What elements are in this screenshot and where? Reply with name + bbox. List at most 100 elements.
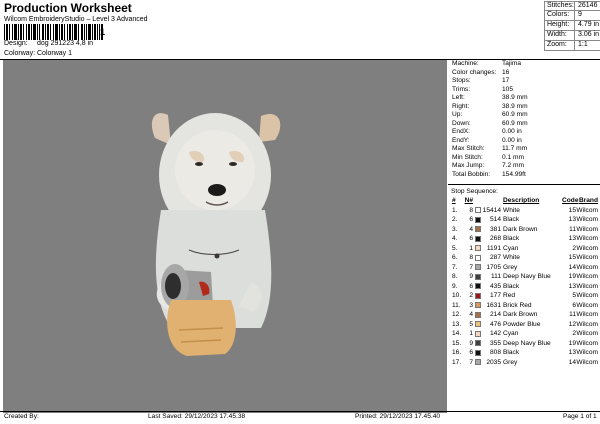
thread-brand: Wilcom bbox=[576, 216, 598, 223]
summary-row: Height: 4.79 in bbox=[544, 21, 600, 31]
last-saved: Last Saved: 29/12/2023 17.45.38 bbox=[148, 413, 246, 420]
stop-number: 17. bbox=[452, 358, 462, 366]
color-code: 19 bbox=[568, 273, 576, 280]
needle-number: 8 bbox=[469, 254, 473, 261]
stitch-count: 808 bbox=[489, 349, 501, 356]
color-swatch bbox=[473, 235, 482, 242]
thread-brand: Wilcom bbox=[576, 282, 598, 290]
param-row: Trims: 105 bbox=[452, 85, 514, 93]
color-swatch bbox=[473, 292, 482, 299]
thread-brand: Wilcom bbox=[576, 206, 598, 214]
swatch-box bbox=[474, 235, 481, 242]
stop-number: 12. bbox=[452, 311, 462, 318]
stitch-count: 177 bbox=[489, 292, 501, 299]
color-description: Black bbox=[503, 349, 520, 356]
stitch-count: 142 bbox=[489, 330, 501, 337]
table-row: 5. 1 1191 Cyan 2 Wilcom bbox=[450, 244, 600, 254]
needle-number: 6 bbox=[469, 349, 473, 356]
barcode-suffix: 1 bbox=[100, 27, 106, 37]
color-description: Cyan bbox=[503, 330, 519, 337]
summary-box: Stitches: 26146 Colors: 9 Height: 4.79 in W… bbox=[544, 1, 600, 51]
color-swatch bbox=[473, 245, 482, 252]
stitch-count: 435 bbox=[489, 282, 501, 290]
needle-number: 8 bbox=[469, 206, 473, 214]
table-row: 9. 6 435 Black 13 Wilcom bbox=[450, 282, 600, 292]
thread-brand: Wilcom bbox=[576, 235, 598, 242]
color-description: Brick Red bbox=[503, 301, 532, 309]
needle-number: 6 bbox=[469, 216, 473, 223]
colorway-label: Colorway: bbox=[4, 50, 36, 57]
color-description: Deep Navy Blue bbox=[503, 339, 551, 347]
stitch-count: 381 bbox=[489, 225, 501, 233]
color-swatch bbox=[473, 264, 482, 271]
needle-number: 7 bbox=[469, 263, 473, 271]
param-row: Color changes: 16 bbox=[452, 68, 510, 76]
color-code: 5 bbox=[572, 292, 576, 299]
color-swatch bbox=[473, 216, 482, 223]
needle-number: 9 bbox=[469, 273, 473, 280]
table-row: 17. 7 2035 Grey 14 Wilcom bbox=[450, 358, 600, 368]
param-row: Max Stitch: 11.7 mm bbox=[452, 145, 528, 152]
table-row: 10. 2 177 Red 5 Wilcom bbox=[450, 291, 600, 301]
summary-row: Zoom: 1:1 bbox=[544, 41, 600, 51]
color-description: Black bbox=[503, 235, 520, 242]
color-swatch bbox=[473, 273, 482, 280]
colorway-value: Colorway 1 bbox=[37, 50, 73, 57]
design-label: Design: bbox=[4, 40, 28, 47]
machine-params: Machine: Tajima Color changes: 16 Stops: 17… bbox=[450, 60, 600, 179]
stitch-count: 111 bbox=[490, 273, 501, 280]
thread-brand: Wilcom bbox=[576, 225, 598, 233]
color-description: Deep Navy Blue bbox=[503, 273, 551, 280]
color-swatch bbox=[473, 311, 482, 318]
needle-number: 5 bbox=[469, 320, 473, 328]
needle-number: 4 bbox=[469, 311, 473, 318]
table-row: 14. 1 142 Cyan 2 Wilcom bbox=[450, 329, 600, 339]
swatch-box bbox=[474, 349, 481, 356]
swatch-box bbox=[474, 254, 481, 261]
software-subtitle: Wilcom EmbroideryStudio – Level 3 Advanc… bbox=[4, 16, 148, 23]
color-description: Grey bbox=[503, 263, 518, 271]
stop-number: 13. bbox=[452, 320, 462, 328]
swatch-box bbox=[474, 216, 481, 223]
color-code: 15 bbox=[568, 254, 576, 261]
param-row: EndX: 0.00 in bbox=[452, 128, 522, 135]
param-row: Up: 60.9 mm bbox=[452, 111, 528, 118]
color-code: 2 bbox=[572, 244, 576, 252]
summary-row: Colors: 9 bbox=[544, 11, 600, 21]
stop-number: 15. bbox=[452, 339, 462, 347]
table-row: 1. 8 15414 White 15 Wilcom bbox=[450, 206, 600, 216]
thread-brand: Wilcom bbox=[576, 349, 598, 356]
embroidery-dog-artwork bbox=[151, 113, 281, 356]
color-code: 13 bbox=[568, 349, 576, 356]
stitch-count: 287 bbox=[489, 254, 501, 261]
stop-number: 2. bbox=[452, 216, 458, 223]
table-row: 12. 4 214 Dark Brown 11 Wilcom bbox=[450, 310, 600, 320]
stop-number: 8. bbox=[452, 273, 458, 280]
color-swatch bbox=[473, 340, 482, 347]
stop-number: 3. bbox=[452, 225, 458, 233]
stitch-count: 476 bbox=[489, 320, 501, 328]
color-code: 14 bbox=[568, 358, 576, 366]
stitch-count: 355 bbox=[489, 339, 501, 347]
table-row: 11. 3 1631 Brick Red 6 Wilcom bbox=[450, 301, 600, 311]
stitch-count: 1191 bbox=[486, 244, 501, 252]
color-swatch bbox=[473, 302, 482, 309]
color-description: Dark Brown bbox=[503, 311, 538, 318]
needle-number: 6 bbox=[469, 235, 473, 242]
table-row: 2. 6 514 Black 13 Wilcom bbox=[450, 215, 600, 225]
color-code: 11 bbox=[569, 311, 576, 318]
summary-row: Stitches: 26146 bbox=[544, 1, 600, 11]
stop-number: 1. bbox=[452, 206, 458, 214]
swatch-box bbox=[474, 245, 481, 252]
swatch-box bbox=[474, 226, 481, 233]
thread-brand: Wilcom bbox=[576, 320, 598, 328]
swatch-box bbox=[474, 321, 481, 328]
param-row: Left: 38.9 mm bbox=[452, 94, 528, 101]
needle-number: 2 bbox=[469, 292, 473, 299]
needle-number: 9 bbox=[469, 339, 473, 347]
color-swatch bbox=[473, 254, 482, 261]
color-code: 2 bbox=[572, 330, 576, 337]
thread-brand: Wilcom bbox=[576, 301, 598, 309]
table-row: 7. 7 1705 Grey 14 Wilcom bbox=[450, 263, 600, 273]
thread-brand: Wilcom bbox=[576, 330, 598, 337]
